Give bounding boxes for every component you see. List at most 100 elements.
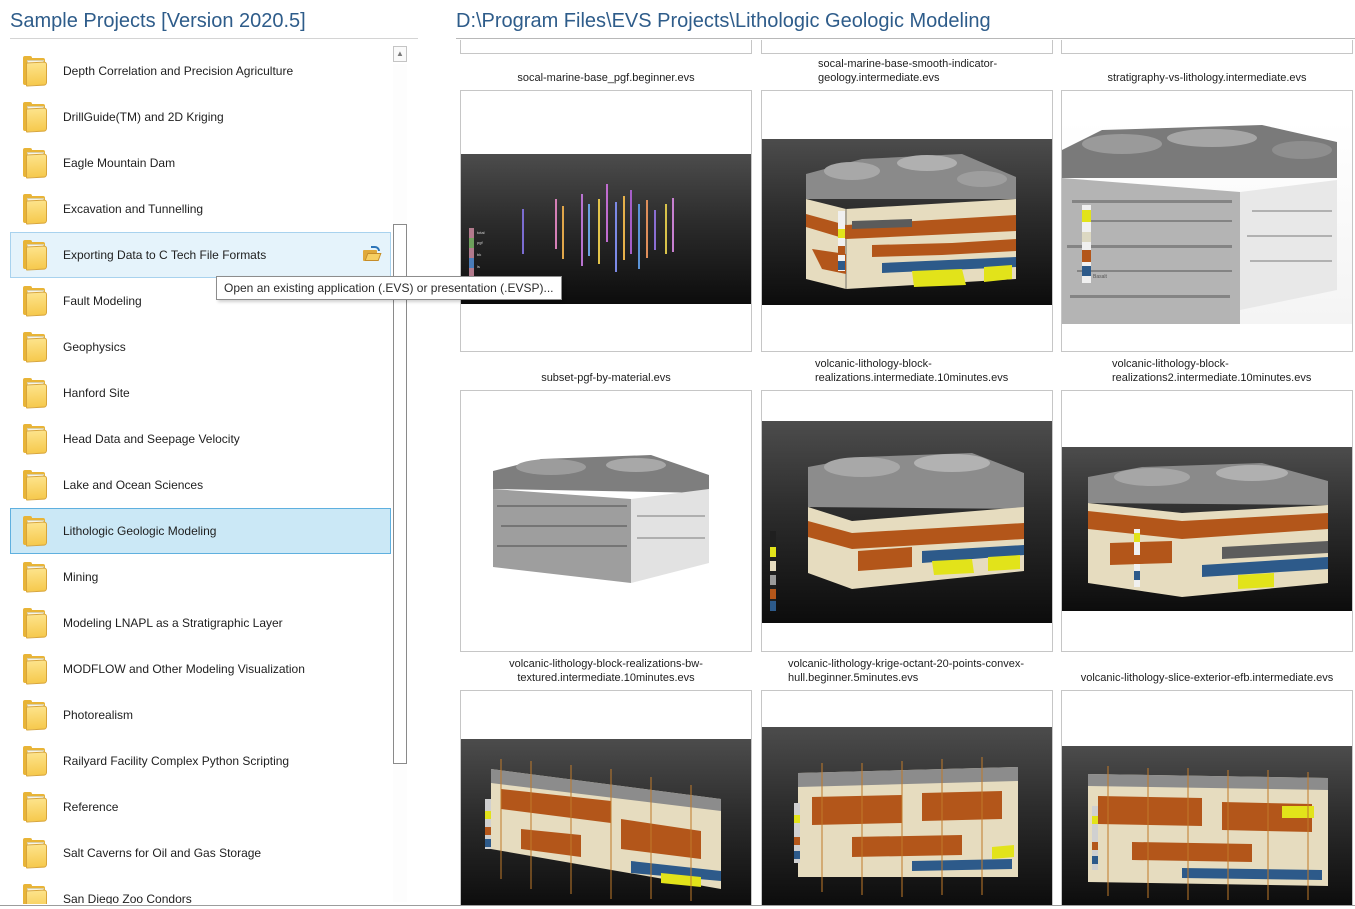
thumbnail-image: Basalt: [1062, 120, 1352, 324]
thumbnail-tile-fence-diagram-3[interactable]: [1061, 690, 1353, 906]
folder-icon: [23, 102, 47, 133]
thumbnail-caption-line1[interactable]: volcanic-lithology-krige-octant-20-point…: [788, 657, 1080, 671]
folder-icon: [23, 286, 47, 317]
svg-text:Basalt: Basalt: [1093, 274, 1108, 280]
folder-item-san-diego-zoo[interactable]: San Diego Zoo Condors: [10, 876, 391, 904]
folder-icon: [23, 194, 47, 225]
folder-item-lithologic-geologic-modeling[interactable]: Lithologic Geologic Modeling: [10, 508, 391, 554]
folder-item-lake-ocean[interactable]: Lake and Ocean Sciences: [10, 462, 391, 508]
thumbnail-tile-socal-marine-base-pgf[interactable]: [460, 40, 752, 54]
project-folder-list[interactable]: Depth Correlation and Precision Agricult…: [10, 48, 392, 904]
folder-item-lnapl[interactable]: Modeling LNAPL as a Stratigraphic Layer: [10, 600, 391, 646]
folder-icon: [23, 56, 47, 87]
folder-item-label: Lithologic Geologic Modeling: [63, 524, 217, 538]
left-title-divider: [10, 38, 418, 39]
folder-item-exporting-data[interactable]: Exporting Data to C Tech File Formats: [10, 232, 391, 278]
thumbnail-caption-line2[interactable]: textured.intermediate.10minutes.evs: [460, 671, 752, 685]
right-title-divider: [456, 38, 1355, 39]
folder-icon: [23, 148, 47, 179]
scrollbar-thumb[interactable]: [393, 224, 407, 764]
open-application-tooltip: Open an existing application (.EVS) or p…: [216, 276, 562, 300]
folder-item-label: Fault Modeling: [63, 294, 142, 308]
folder-icon: [23, 654, 47, 685]
thumbnail-tile-fence-diagram-1[interactable]: [460, 690, 752, 906]
thumbnail-caption-line2[interactable]: realizations.intermediate.10minutes.evs: [815, 371, 1107, 385]
folder-item-label: Salt Caverns for Oil and Gas Storage: [63, 846, 262, 860]
folder-item-modflow[interactable]: MODFLOW and Other Modeling Visualization: [10, 646, 391, 692]
project-path-title: D:\Program Files\EVS Projects\Lithologic…: [456, 10, 991, 32]
thumbnail-image: [461, 739, 751, 906]
folder-icon: [23, 470, 47, 501]
thumbnail-caption-line1[interactable]: volcanic-lithology-block-: [1112, 357, 1355, 371]
scroll-up-arrow-icon[interactable]: ▲: [393, 46, 407, 62]
folder-icon: [23, 332, 47, 363]
sample-projects-window: Sample Projects [Version 2020.5] D:\Prog…: [0, 0, 1355, 909]
thumbnail-tile-volcanic-block-realizations[interactable]: [761, 90, 1053, 352]
folder-item-label: Modeling LNAPL as a Stratigraphic Layer: [63, 616, 283, 630]
thumbnail-caption[interactable]: volcanic-lithology-slice-exterior-efb.in…: [1061, 671, 1353, 685]
thumbnail-caption-line2[interactable]: hull.beginner.5minutes.evs: [788, 671, 1080, 685]
thumbnail-tile-stratigraphy-vs-lithology[interactable]: [1061, 40, 1353, 54]
folder-item-mining[interactable]: Mining: [10, 554, 391, 600]
thumbnail-image: [762, 421, 1052, 623]
thumbnail-image: [1062, 746, 1352, 906]
thumbnail-image: [461, 445, 751, 595]
thumbnail-caption[interactable]: socal-marine-base_pgf.beginner.evs: [460, 71, 752, 85]
folder-icon: [23, 424, 47, 455]
thumbnail-caption[interactable]: stratigraphy-vs-lithology.intermediate.e…: [1061, 71, 1353, 85]
folder-item-label: Excavation and Tunnelling: [63, 202, 204, 216]
folder-icon: [23, 700, 47, 731]
folder-item-label: Exporting Data to C Tech File Formats: [63, 248, 267, 262]
folder-icon: [23, 792, 47, 823]
open-folder-icon[interactable]: [363, 246, 382, 262]
thumbnail-tile-volcanic-block-realizations2[interactable]: Basalt: [1061, 90, 1353, 352]
folder-list-scrollbar[interactable]: ▲: [392, 46, 407, 904]
thumbnail-caption[interactable]: subset-pgf-by-material.evs: [460, 371, 752, 385]
folder-item-label: San Diego Zoo Condors: [63, 892, 192, 904]
thumbnail-tile-subset-pgf-by-material[interactable]: total pgf bk ls: [460, 90, 752, 352]
folder-item-label: Mining: [63, 570, 99, 584]
folder-item-label: Lake and Ocean Sciences: [63, 478, 204, 492]
thumbnail-caption-line1[interactable]: volcanic-lithology-block-realizations-bw…: [460, 657, 752, 671]
folder-item-label: Hanford Site: [63, 386, 130, 400]
application-thumbnail-grid[interactable]: socal-marine-base_pgf.beginner.evs socal…: [456, 40, 1355, 906]
folder-item-railyard[interactable]: Railyard Facility Complex Python Scripti…: [10, 738, 391, 784]
folder-icon: [23, 516, 47, 547]
folder-item-label: MODFLOW and Other Modeling Visualization: [63, 662, 305, 676]
folder-item-drillguide[interactable]: DrillGuide(TM) and 2D Kriging: [10, 94, 391, 140]
thumbnail-tile-volcanic-krige-octant[interactable]: [761, 390, 1053, 652]
svg-text:bk: bk: [477, 252, 481, 257]
folder-icon: [23, 378, 47, 409]
folder-item-eagle-mountain-dam[interactable]: Eagle Mountain Dam: [10, 140, 391, 186]
folder-item-label: Geophysics: [63, 340, 126, 354]
thumbnail-tile-volcanic-slice-exterior[interactable]: [1061, 390, 1353, 652]
folder-item-label: Eagle Mountain Dam: [63, 156, 176, 170]
folder-item-label: Head Data and Seepage Velocity: [63, 432, 240, 446]
folder-item-hanford-site[interactable]: Hanford Site: [10, 370, 391, 416]
folder-item-depth-correlation[interactable]: Depth Correlation and Precision Agricult…: [10, 48, 391, 94]
thumbnail-image: [1062, 447, 1352, 611]
thumbnail-tile-volcanic-block-bw-textured[interactable]: [460, 390, 752, 652]
folder-item-geophysics[interactable]: Geophysics: [10, 324, 391, 370]
folder-item-label: Reference: [63, 800, 119, 814]
folder-item-salt-caverns[interactable]: Salt Caverns for Oil and Gas Storage: [10, 830, 391, 876]
folder-icon: [23, 562, 47, 593]
thumbnail-caption-line1[interactable]: volcanic-lithology-block-: [815, 357, 1107, 371]
thumbnail-tile-fence-diagram-2[interactable]: [761, 690, 1053, 906]
folder-item-label: Depth Correlation and Precision Agricult…: [63, 64, 294, 78]
thumbnail-caption-line2[interactable]: realizations2.intermediate.10minutes.evs: [1112, 371, 1355, 385]
folder-icon: [23, 746, 47, 777]
folder-item-label: Railyard Facility Complex Python Scripti…: [63, 754, 290, 768]
folder-icon: [23, 240, 47, 271]
svg-text:total: total: [477, 230, 485, 235]
folder-item-photorealism[interactable]: Photorealism: [10, 692, 391, 738]
svg-text:ls: ls: [477, 264, 480, 269]
folder-item-head-data[interactable]: Head Data and Seepage Velocity: [10, 416, 391, 462]
folder-item-excavation[interactable]: Excavation and Tunnelling: [10, 186, 391, 232]
thumbnail-caption-line1[interactable]: socal-marine-base-smooth-indicator-: [818, 57, 1110, 71]
folder-item-label: DrillGuide(TM) and 2D Kriging: [63, 110, 224, 124]
thumbnail-tile-socal-marine-smooth[interactable]: [761, 40, 1053, 54]
folder-icon: [23, 608, 47, 639]
folder-item-reference[interactable]: Reference: [10, 784, 391, 830]
sample-projects-title: Sample Projects [Version 2020.5]: [10, 10, 306, 32]
